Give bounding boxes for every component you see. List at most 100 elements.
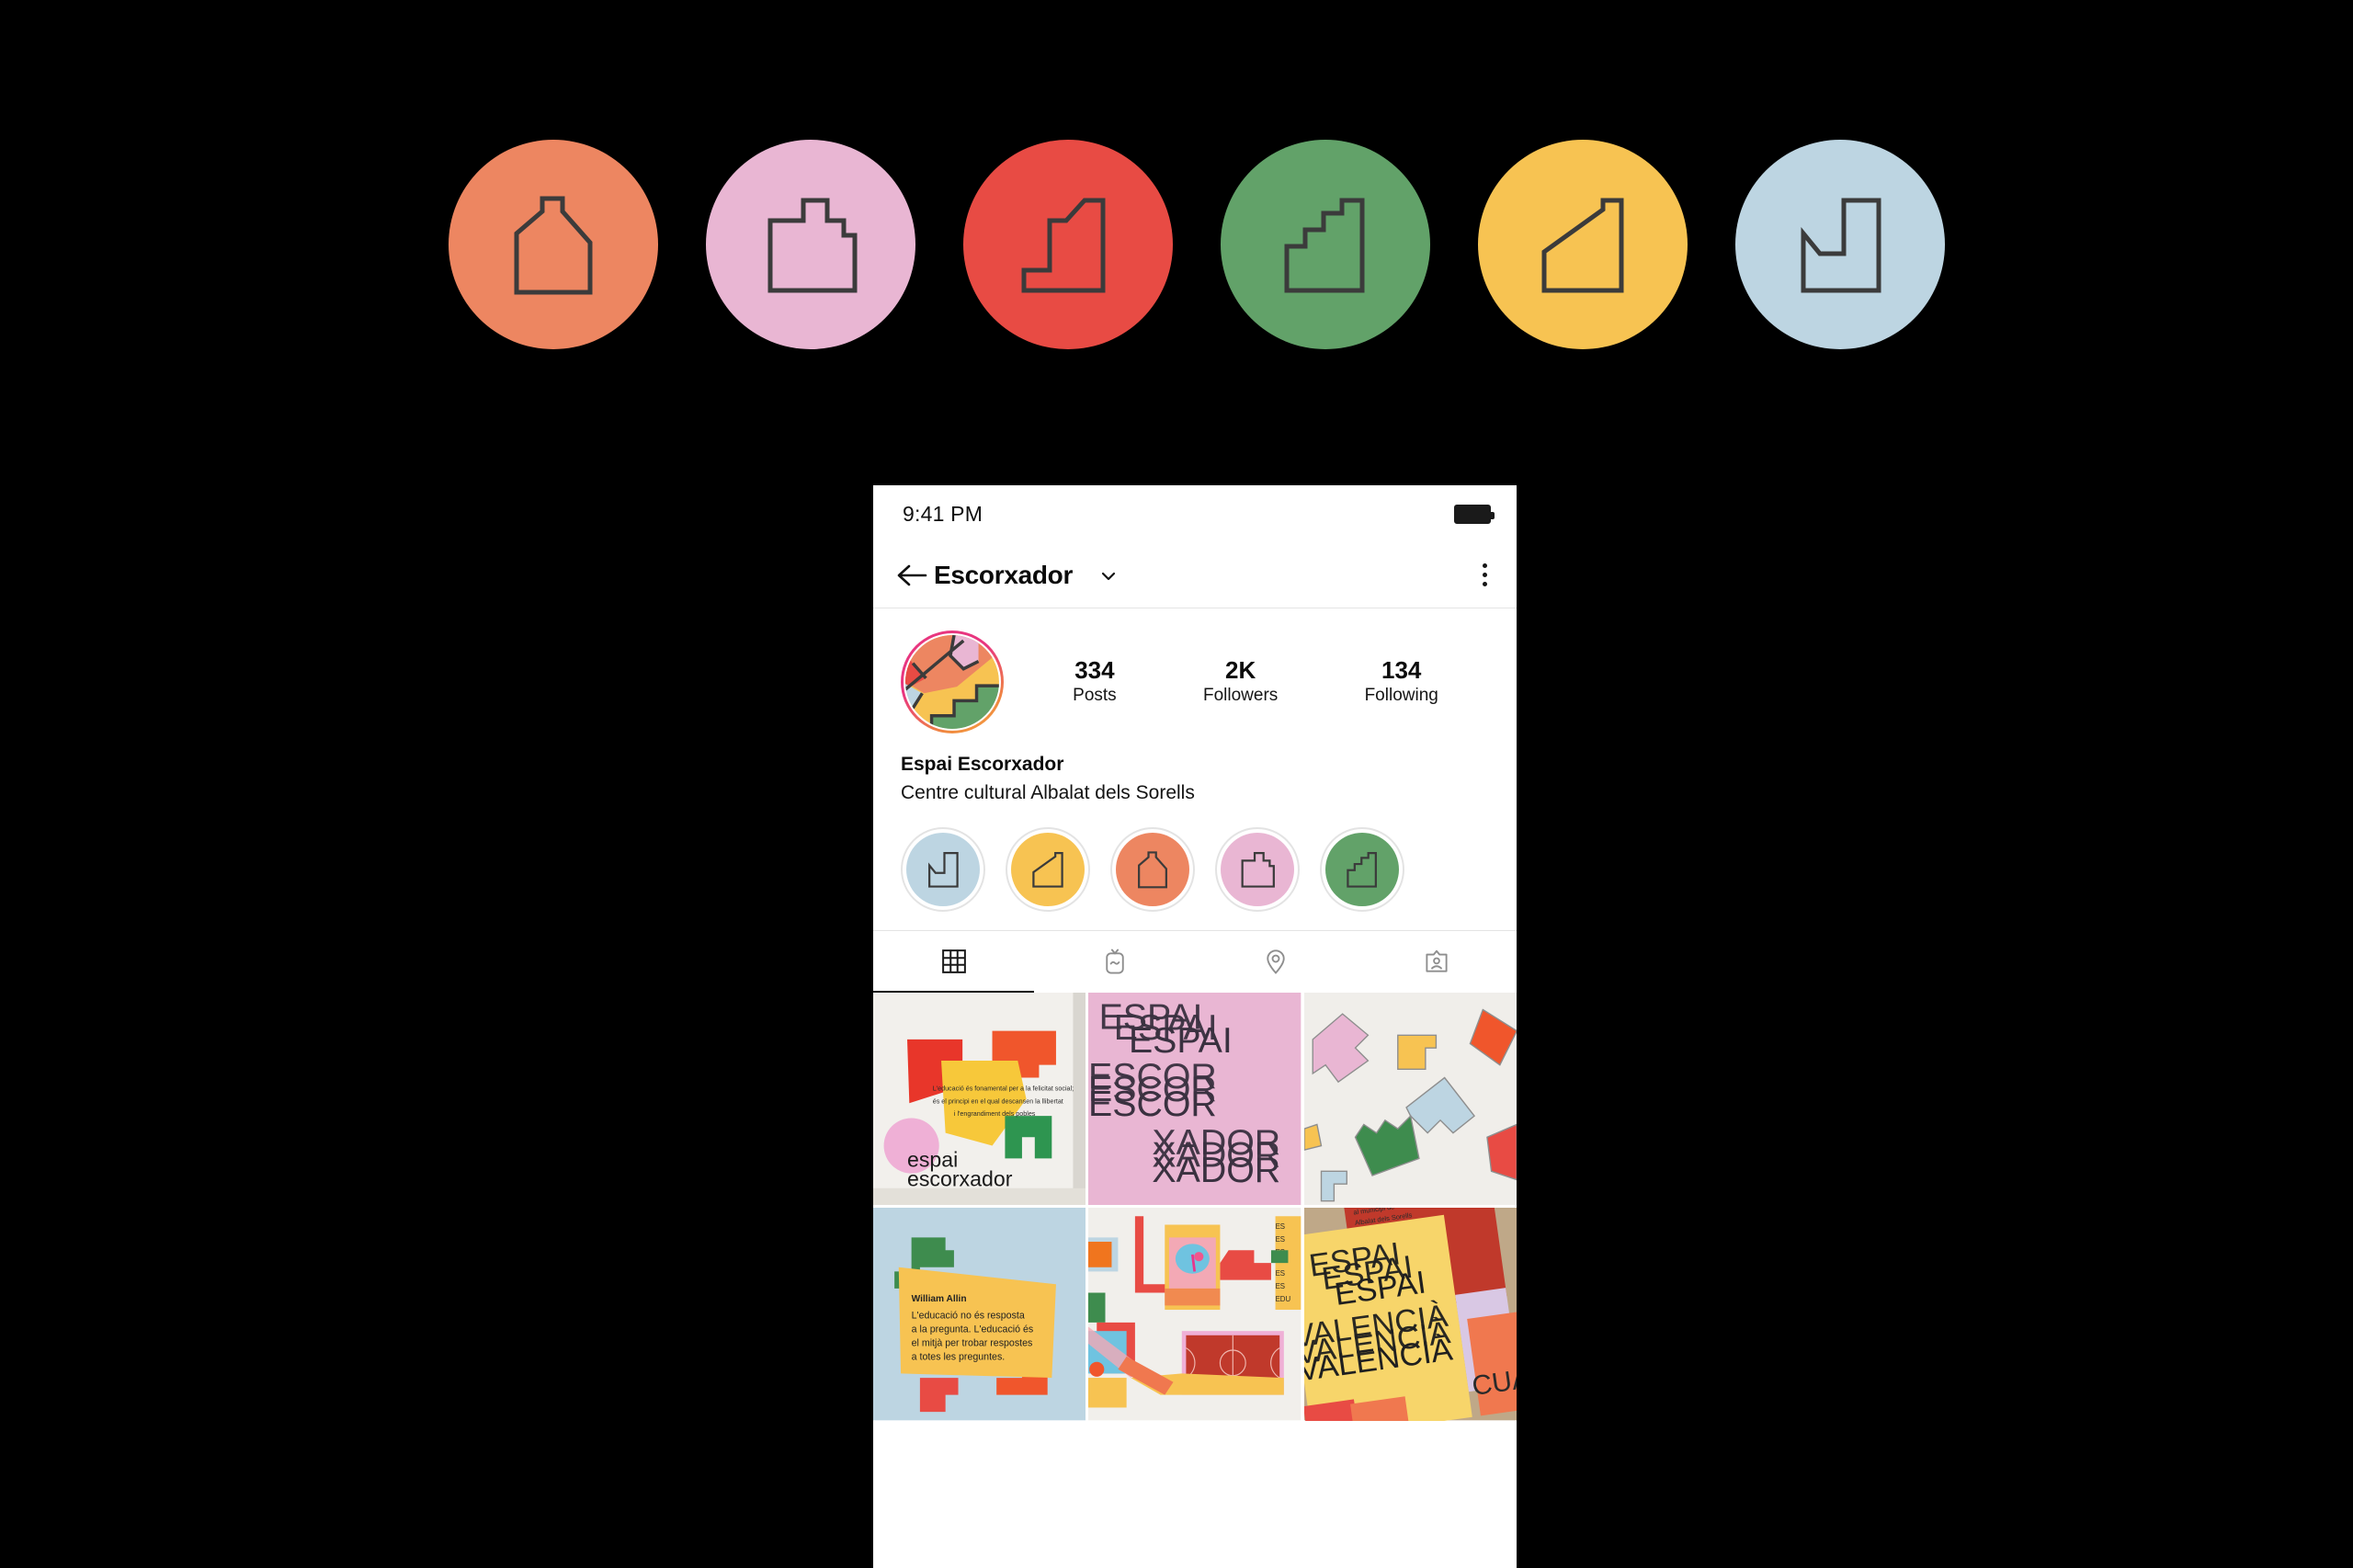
highlight-notch[interactable] [901,826,985,912]
avatar-artwork [905,635,999,729]
stat-following-label: Following [1364,685,1438,705]
post-typographic-poster[interactable]: ESPAI ESPAI ESPAI ESCOR ESCOR ESCOR XADO… [1088,992,1302,1206]
ramp-icon [1541,198,1624,293]
stat-following[interactable]: 134 Following [1364,655,1438,708]
highlight-ring [1006,826,1090,912]
stat-posts-value: 334 [1074,655,1115,684]
house-silhouette-icon [1138,851,1167,889]
stat-followers-value: 2K [1225,655,1256,684]
svg-text:ES: ES [1276,1222,1285,1231]
highlight-staircase[interactable] [1320,826,1404,912]
profile-display-name: Espai Escorxador [901,754,1064,775]
logo-mark-tall-step [963,140,1173,349]
notch-icon [1801,198,1881,293]
highlight-ring [1215,826,1300,912]
tagged-person-icon [1425,950,1448,972]
logo-mark-house [449,140,658,349]
svg-text:L'educació no és resposta: L'educació no és resposta [912,1311,1025,1322]
highlight-fill [906,832,980,906]
avatar-collage-icon [905,635,999,729]
svg-text:ES: ES [1276,1235,1285,1244]
svg-text:el mitjà per trobar respostes: el mitjà per trobar respostes [912,1338,1033,1349]
highlight-fill [1325,832,1399,906]
status-time: 9:41 PM [903,501,983,526]
battery-full-icon [1454,504,1495,524]
svg-text:ES: ES [1276,1282,1285,1290]
post-scattered-shapes-image [1303,992,1517,1206]
post-abstract-collage[interactable]: ESES ESES ESEDU [1088,1208,1302,1421]
post-wall-mural-image: L'educació és fonamental per a la felici… [873,992,1086,1206]
stat-following-value: 134 [1381,655,1422,684]
post-quote-card[interactable]: William Allin L'educació no és resposta … [873,1208,1086,1421]
stepped-block-icon [1241,851,1275,888]
svg-text:a totes les preguntes.: a totes les preguntes. [912,1352,1006,1363]
presentation-canvas: 9:41 PM Escorxador 334 Posts 2K Follower… [0,0,2353,1568]
svg-text:EDU: EDU [1276,1295,1291,1303]
svg-text:XADOR: XADOR [1153,1150,1281,1190]
ramp-icon [1032,851,1063,888]
svg-text:ES: ES [1276,1269,1285,1278]
tab-tagged[interactable] [1356,931,1517,993]
highlight-house[interactable] [1110,826,1195,912]
tab-igtv[interactable] [1034,931,1195,993]
staircase-icon [1284,198,1365,293]
notch-icon [928,851,959,888]
phone-mockup: 9:41 PM Escorxador 334 Posts 2K Follower… [873,485,1517,1568]
avatar-inner-ring [904,633,1001,731]
stat-followers[interactable]: 2K Followers [1202,655,1279,708]
highlight-ring [901,826,985,912]
highlight-fill [1221,832,1294,906]
profile-stats: 334 Posts 2K Followers 134 Following [1004,655,1489,708]
story-highlights [873,807,1517,930]
post-abstract-collage-image: ESES ESES ESEDU [1088,1208,1302,1421]
stat-followers-label: Followers [1202,685,1279,705]
avatar[interactable] [901,631,1004,733]
nav-left-group: Escorxador [897,561,1477,590]
highlight-ring [1320,826,1404,912]
stepped-block-icon [767,198,858,293]
status-bar: 9:41 PM [873,485,1517,542]
post-typographic-poster-image: ESPAI ESPAI ESPAI ESCOR ESCOR ESCOR XADO… [1088,992,1302,1206]
profile-nav-bar: Escorxador [873,542,1517,608]
tab-grid[interactable] [873,931,1034,994]
highlight-fill [1011,832,1085,906]
brand-logo-row [449,140,1945,349]
svg-text:ESCOR: ESCOR [1088,1084,1217,1124]
logo-mark-staircase [1221,140,1430,349]
highlight-stepped[interactable] [1215,826,1300,912]
post-quote-card-image: William Allin L'educació no és resposta … [873,1208,1086,1421]
chevron-down-icon[interactable] [1097,563,1120,587]
highlight-ring [1110,826,1195,912]
profile-header: 334 Posts 2K Followers 134 Following [873,608,1517,733]
post-grid: L'educació és fonamental per a la felici… [873,992,1517,1421]
post-valencia-posters[interactable]: al municipi de Albalat dels Sorells CUA … [1303,1208,1517,1421]
grid-icon [941,949,966,974]
back-arrow-icon[interactable] [897,563,928,587]
svg-text:ESPAI: ESPAI [1129,1020,1233,1061]
post-valencia-posters-image: al municipi de Albalat dels Sorells CUA … [1303,1208,1517,1421]
svg-text:i l'engrandiment dels pobles: i l'engrandiment dels pobles [954,1110,1036,1118]
tv-icon [1105,949,1124,974]
profile-bio-text: Centre cultural Albalat dels Sorells [901,781,1195,803]
svg-text:a la pregunta. L'educació és: a la pregunta. L'educació és [912,1324,1034,1335]
highlight-fill [1116,832,1189,906]
profile-tab-bar [873,929,1517,994]
post-scattered-shapes[interactable] [1303,992,1517,1206]
svg-text:L'educació és fonamental per a: L'educació és fonamental per a la felici… [933,1085,1074,1092]
tab-guides[interactable] [1195,931,1356,993]
profile-bio: Espai Escorxador Centre cultural Albalat… [873,733,1517,807]
logo-mark-stepped-block [706,140,915,349]
staircase-icon [1347,851,1377,888]
post-wall-mural[interactable]: L'educació és fonamental per a la felici… [873,992,1086,1206]
svg-text:és el principi en el qual desc: és el principi en el qual descansen la l… [933,1097,1063,1105]
stat-posts-label: Posts [1073,685,1117,705]
kebab-menu-icon[interactable] [1477,558,1493,592]
page-title: Escorxador [934,560,1074,589]
highlight-ramp[interactable] [1006,826,1090,912]
logo-mark-notch [1735,140,1945,349]
location-pin-icon [1266,949,1285,975]
house-silhouette-icon [514,196,593,295]
svg-text:escorxador: escorxador [907,1166,1013,1190]
stat-posts[interactable]: 334 Posts [1073,655,1117,708]
svg-text:William Allin: William Allin [912,1294,967,1304]
